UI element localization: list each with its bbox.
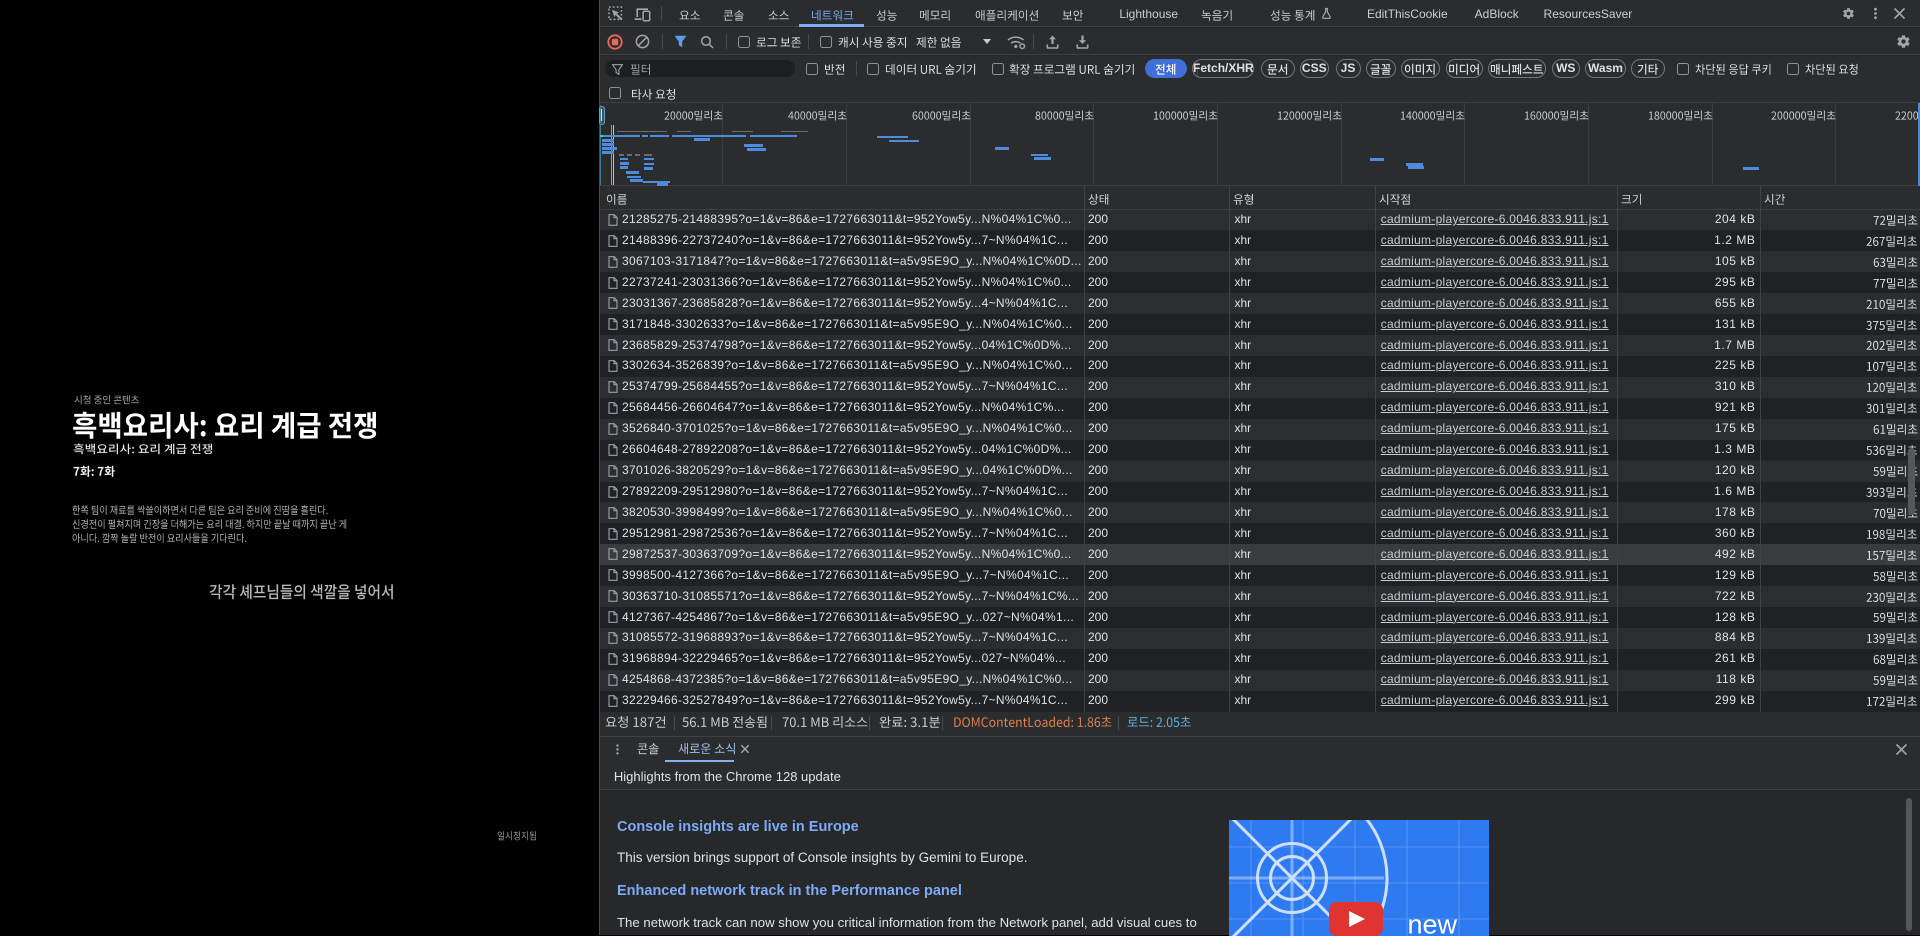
svg-text:new: new: [1407, 909, 1457, 936]
